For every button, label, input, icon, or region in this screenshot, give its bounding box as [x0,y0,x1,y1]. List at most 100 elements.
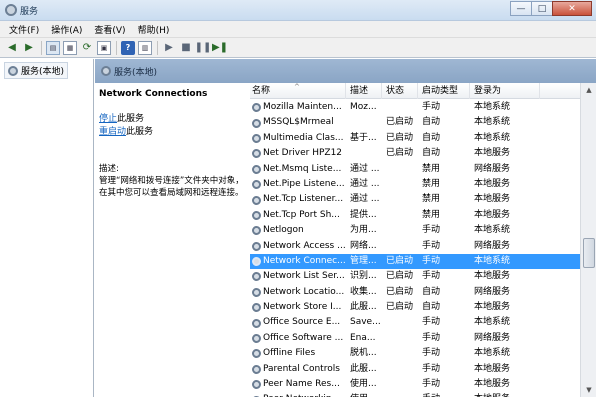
scroll-thumb[interactable] [583,237,595,268]
table-row[interactable]: Network Connec... 管理... 已启动 手动 本地系统 [250,253,580,270]
table-row[interactable]: Office Software ... Ena... 手动 网络服务 [250,331,580,346]
forward-icon[interactable]: ▶ [22,41,36,55]
gear-icon [8,65,18,76]
table-row[interactable]: Net.Pipe Listene... 通过 ... 禁用 本地服务 [250,177,580,192]
service-startup-type-cell: 手动 [422,102,441,112]
column-header-log-on-as[interactable]: 登录为 [470,83,540,99]
table-row[interactable]: Offline Files 脱机... 手动 本地系统 [250,346,580,361]
service-name-cell: Peer Networkin... [250,392,346,397]
service-name: MSSQL$Mrmeal [263,117,334,128]
service-status-cell [382,362,418,377]
table-row[interactable]: Parental Controls 此服... 手动 本地服务 [250,362,580,377]
service-status-cell: 已启动 [386,271,414,282]
service-startup-type-cell: 自动 [422,302,441,313]
properties-icon[interactable]: ▦ [63,40,77,55]
services-table: ^ 名称 描述 状态 启动类型 登录为 Mozilla Mainten... Moz… [250,83,580,397]
service-status-cell: 已启动 [386,286,414,297]
extended-view-icon[interactable]: ▥ [138,40,152,55]
restart-service-text: 此服务 [126,127,154,137]
restart-service-icon[interactable]: ▶❚ [212,41,228,55]
service-gear-icon [252,164,261,174]
toolbar-separator [116,40,117,55]
pause-service-icon[interactable]: ❚❚ [195,41,212,55]
table-row[interactable]: Network Locatio... 收集... 已启动 自动 网络服务 [250,285,580,300]
table-row[interactable]: Network Store I... 此服... 已启动 自动 本地服务 [250,300,580,315]
minimize-button[interactable]: — [510,1,532,16]
service-name: Peer Networkin... [263,392,340,397]
menu-file[interactable]: 文件(F) [4,23,44,36]
service-status-cell: 已启动 [386,117,414,128]
service-gear-icon [252,118,261,128]
column-header-status[interactable]: 状态 [382,83,418,99]
service-description-cell: 此服... [350,302,377,313]
service-status-cell: 已启动 [386,132,414,143]
table-row[interactable]: Peer Name Res... 使用... 手动 本地服务 [250,377,580,392]
service-name-cell: Network Connec... [250,254,346,269]
service-name: Network Locatio... [263,286,345,297]
table-row[interactable]: Net.Tcp Port Sh... 提供... 禁用 本地服务 [250,208,580,223]
vertical-scrollbar[interactable]: ▲ ▼ [580,83,596,397]
table-row[interactable]: Network Access ... 网络... 手动 网络服务 [250,239,580,254]
column-header-startup-type[interactable]: 启动类型 [418,83,470,99]
service-startup-type-cell: 手动 [422,332,441,343]
start-service-icon[interactable]: ▶ [162,41,176,55]
close-button[interactable]: ✕ [552,1,592,16]
toolbar-separator [41,40,42,55]
stop-service-link[interactable]: 停止 [99,114,117,124]
table-row[interactable]: Net.Tcp Listener... 通过 ... 禁用 本地服务 [250,192,580,207]
table-row[interactable]: Net Driver HPZ12 已启动 自动 本地服务 [250,146,580,161]
back-icon[interactable]: ◀ [5,41,19,55]
table-row[interactable]: Mozilla Mainten... Moz... 手动 本地系统 [250,100,580,115]
service-gear-icon [252,380,261,390]
console-tree: 服务(本地) [0,59,94,397]
column-header-name[interactable]: ^ 名称 [250,83,346,99]
service-description-cell: Moz... [350,102,377,112]
menu-action[interactable]: 操作(A) [46,23,87,36]
scroll-down-arrow-icon[interactable]: ▼ [581,383,596,397]
service-gear-icon [252,334,261,344]
service-description-cell: 使用... [350,379,377,390]
stop-service-icon[interactable]: ■ [179,41,193,55]
show-hide-console-tree-icon[interactable]: ▤ [46,40,60,55]
service-logon-cell: 本地服务 [474,148,511,159]
service-logon-cell: 本地服务 [470,392,540,397]
services-pane: 服务(本地) Network Connections 停止此服务 重启动此服务 … [95,59,596,397]
service-status-cell: 已启动 [386,255,414,266]
service-startup-type-cell: 禁用 [422,209,441,220]
table-row[interactable]: Netlogon 为用... 手动 本地系统 [250,223,580,238]
column-header-description[interactable]: 描述 [346,83,382,99]
help-icon[interactable]: ? [121,40,135,55]
export-list-icon[interactable]: ▣ [97,40,111,55]
scroll-up-arrow-icon[interactable]: ▲ [581,83,596,97]
service-gear-icon [252,287,261,297]
service-status-cell [382,162,418,177]
service-gear-icon [252,364,261,374]
menu-help[interactable]: 帮助(H) [133,23,175,36]
description-label: 描述: [99,164,119,174]
service-status-cell: 已启动 [386,302,414,313]
maximize-button[interactable]: □ [531,1,553,16]
service-status-cell: 已启动 [386,148,414,159]
restart-service-link[interactable]: 重启动 [99,127,126,137]
service-description-cell: 此服... [350,363,377,374]
table-row[interactable]: Network List Ser... 识别... 已启动 手动 本地服务 [250,269,580,284]
service-startup-type-cell: 自动 [422,286,441,297]
table-row[interactable]: MSSQL$Mrmeal 已启动 自动 本地系统 [250,115,580,130]
service-status-cell [382,315,418,330]
table-row[interactable]: Office Source E... Save... 手动 本地系统 [250,315,580,330]
service-logon-cell: 本地服务 [474,271,511,282]
service-status-cell [382,377,418,392]
service-gear-icon [252,303,261,313]
tree-item-services-local[interactable]: 服务(本地) [4,62,69,79]
menu-view[interactable]: 查看(V) [89,23,130,36]
service-name-cell: Net.Msmq Liste... [250,162,346,177]
table-row[interactable]: Net.Msmq Liste... 通过 ... 禁用 网络服务 [250,162,580,177]
table-row[interactable]: Multimedia Clas... 基于... 已启动 自动 本地系统 [250,131,580,146]
pane-header-title: 服务(本地) [114,67,158,78]
service-gear-icon [252,133,261,143]
refresh-icon[interactable]: ⟳ [80,41,94,55]
table-row[interactable]: Peer Networkin... 使用... 手动本地服务 [250,392,580,397]
service-status-cell [382,346,418,361]
service-description-cell: Save... [350,317,381,328]
service-name: Parental Controls [263,363,340,374]
